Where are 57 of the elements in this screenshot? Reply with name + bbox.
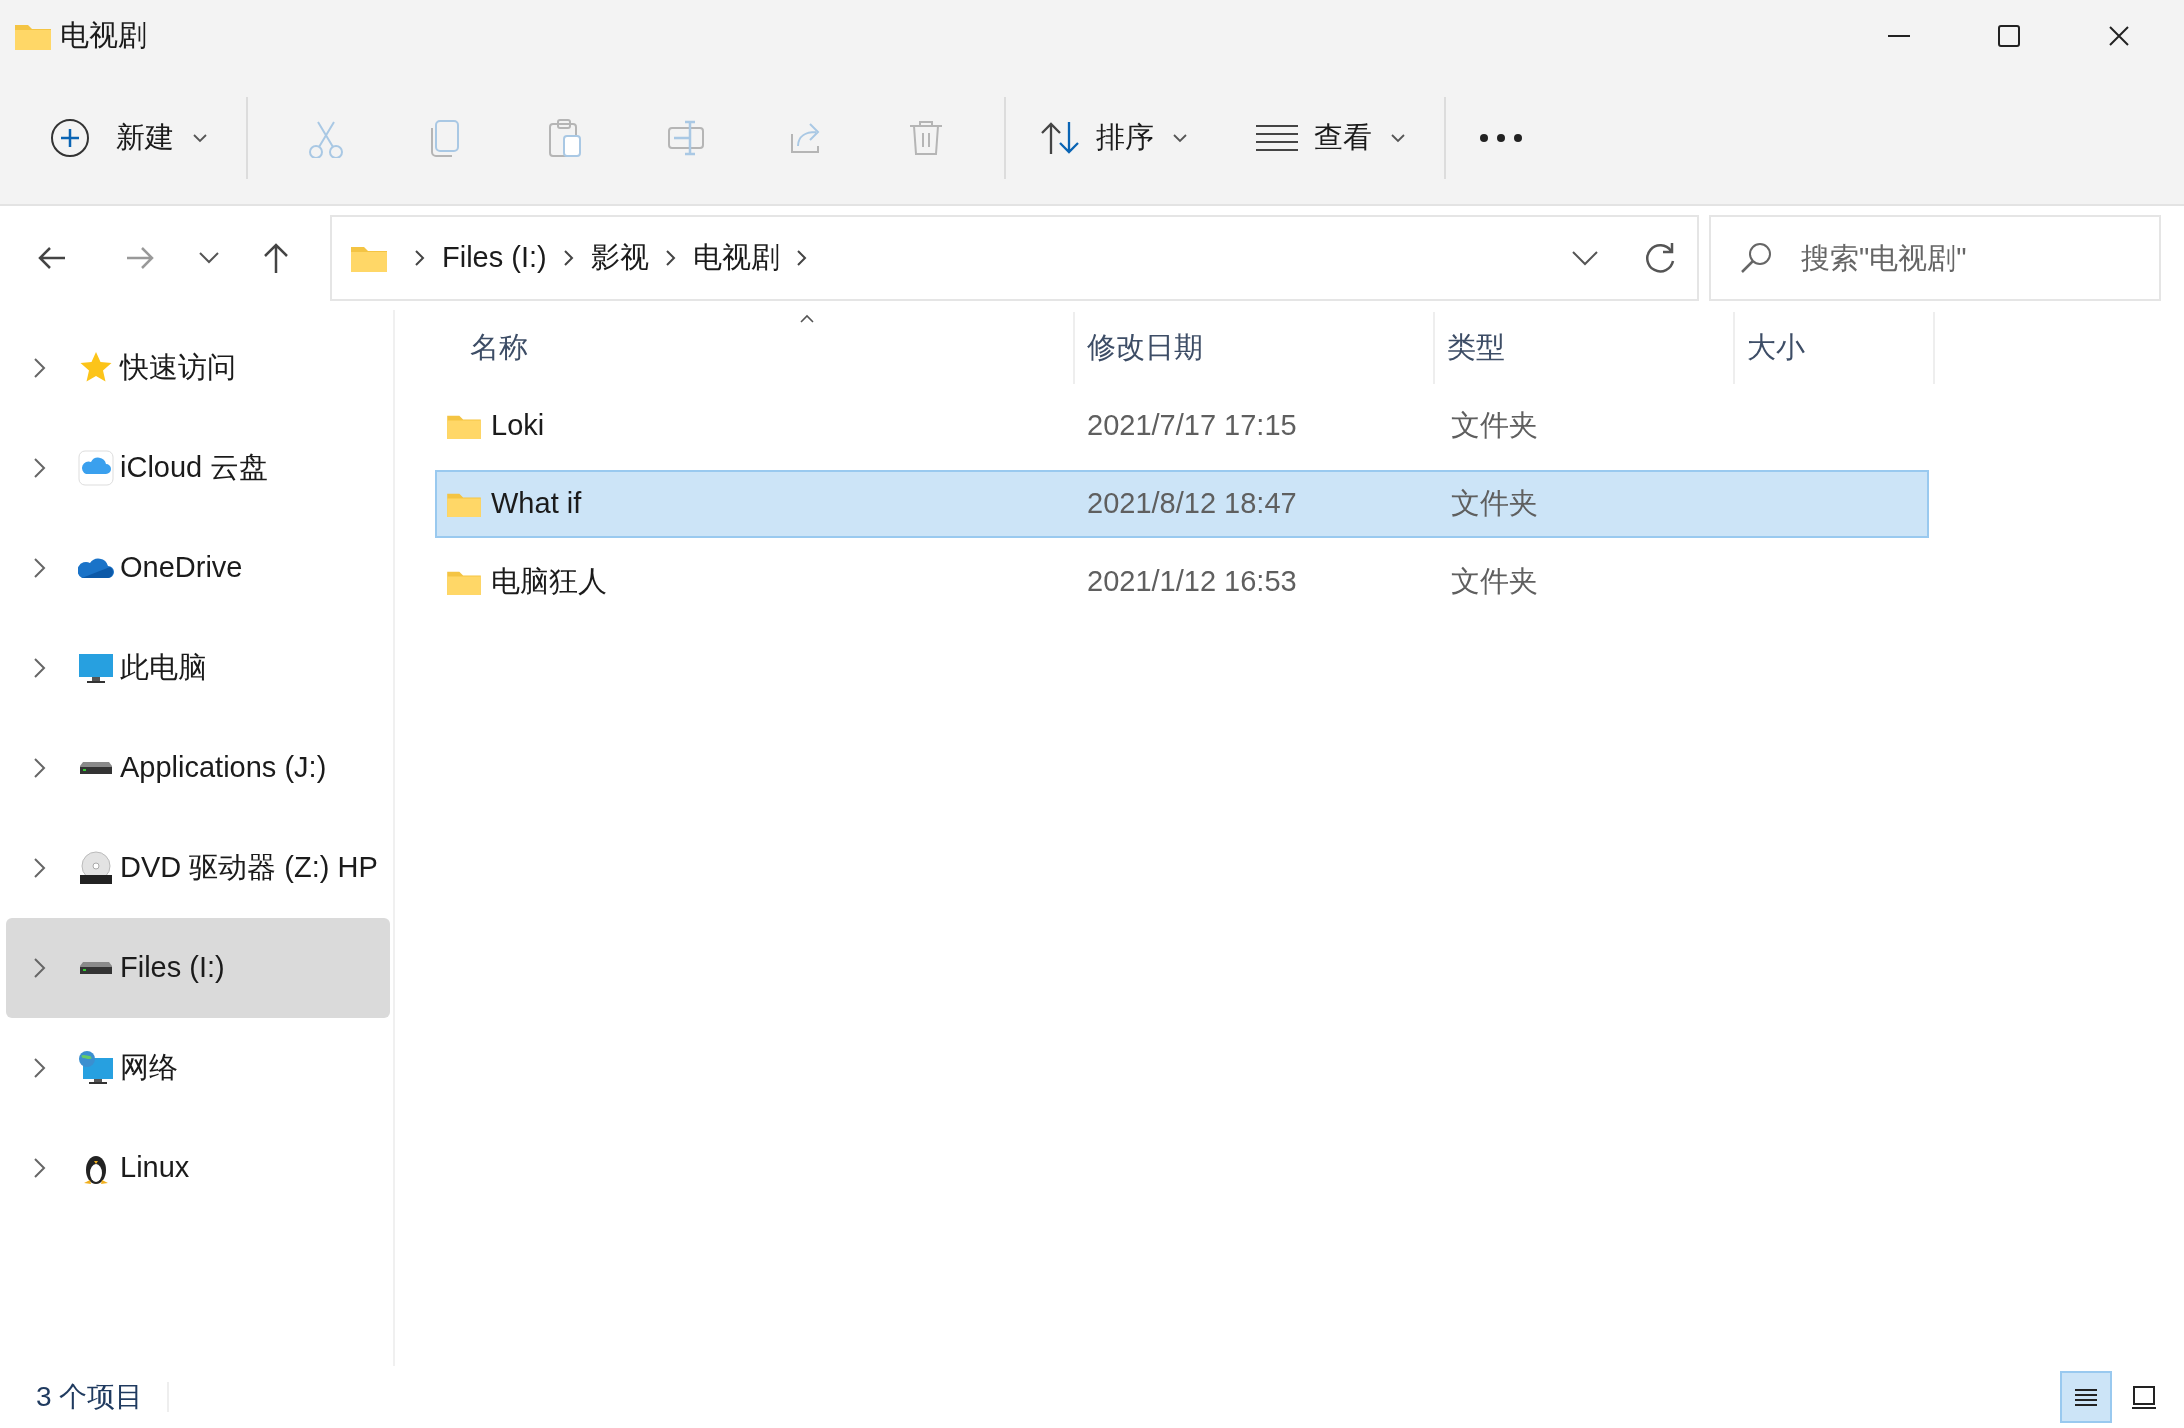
new-button[interactable]: 新建	[30, 98, 228, 178]
drive-icon	[78, 761, 114, 775]
address-bar[interactable]: Files (I:) 影视 电视剧	[330, 215, 1699, 301]
file-row[interactable]: 电脑狂人 2021/1/12 16:53 文件夹	[435, 548, 1929, 616]
search-field[interactable]: 搜索"电视剧"	[1709, 215, 2161, 301]
chevron-icon	[664, 249, 677, 267]
network-icon	[78, 1050, 114, 1086]
close-icon	[2108, 25, 2130, 47]
plus-icon	[50, 118, 90, 158]
window-title: 电视剧	[60, 18, 147, 54]
column-header[interactable]: 类型	[1435, 312, 1735, 384]
date-modified: 2021/7/17 17:15	[1087, 409, 1297, 442]
sort-button[interactable]: 排序	[1024, 98, 1204, 178]
minimize-icon	[1888, 35, 1910, 37]
file-type: 文件夹	[1451, 409, 1538, 442]
item-count: 3 个项目	[36, 1380, 144, 1414]
sidebar-item[interactable]: 快速访问	[6, 318, 390, 418]
breadcrumb[interactable]: 电视剧	[692, 236, 780, 280]
file-name: 电脑狂人	[491, 564, 607, 600]
chevron-icon	[795, 249, 808, 267]
cloud-icon	[78, 450, 114, 486]
list-icon	[1256, 124, 1298, 152]
drive-icon	[78, 961, 114, 975]
sidebar-item[interactable]: 此电脑	[6, 618, 390, 718]
date-modified: 2021/1/12 16:53	[1087, 565, 1297, 598]
sidebar-item[interactable]: Files (I:)	[6, 918, 390, 1018]
caret-icon	[192, 133, 208, 143]
chevron-icon	[562, 249, 575, 267]
file-row[interactable]: What if 2021/8/12 18:47 文件夹	[435, 470, 1929, 538]
dropdown-icon[interactable]	[1571, 250, 1599, 266]
file-type: 文件夹	[1451, 565, 1538, 598]
sidebar-item[interactable]: OneDrive	[6, 518, 390, 618]
sidebar-item[interactable]: iCloud 云盘	[6, 418, 390, 518]
view-button[interactable]: 查看	[1240, 98, 1422, 178]
breadcrumb[interactable]: 影视	[590, 236, 649, 280]
search-icon	[1739, 241, 1773, 275]
sidebar-item[interactable]: Linux	[6, 1118, 390, 1218]
sidebar-item[interactable]: Applications (J:)	[6, 718, 390, 818]
file-type: 文件夹	[1451, 487, 1538, 520]
file-name: What if	[491, 486, 582, 522]
sort-icon	[1040, 120, 1080, 156]
sidebar-item[interactable]: 网络	[6, 1018, 390, 1118]
chevron-icon	[414, 249, 426, 267]
column-header[interactable]: 大小	[1735, 312, 1935, 384]
column-header[interactable]: 修改日期	[1075, 312, 1435, 384]
maximize-icon	[1998, 25, 2020, 47]
breadcrumb[interactable]: Files (I:)	[442, 236, 547, 280]
disc-icon	[78, 850, 114, 886]
caret-icon	[1172, 133, 1188, 143]
caret-icon	[1390, 133, 1406, 143]
file-row[interactable]: Loki 2021/7/17 17:15 文件夹	[435, 392, 1929, 460]
date-modified: 2021/8/12 18:47	[1087, 487, 1297, 520]
file-name: Loki	[491, 408, 545, 444]
details-view-icon[interactable]	[2060, 1371, 2112, 1423]
sidebar-item[interactable]: DVD 驱动器 (Z:) HP	[6, 818, 390, 918]
refresh-icon[interactable]	[1643, 241, 1677, 275]
column-header[interactable]: 名称	[435, 312, 1075, 384]
